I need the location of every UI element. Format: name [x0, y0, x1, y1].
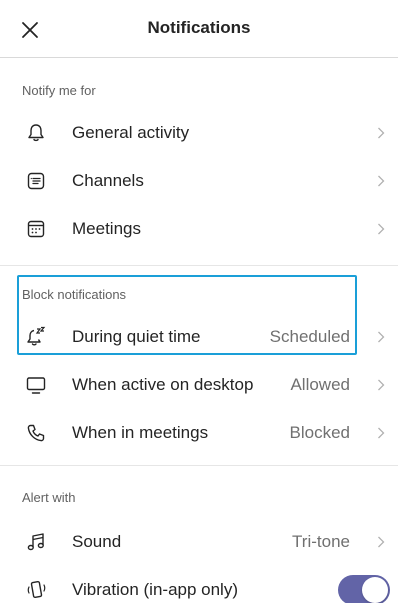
header-divider: [0, 57, 398, 58]
row-label: During quiet time: [72, 327, 201, 346]
chevron-right-icon: [374, 535, 388, 549]
row-label: Vibration (in-app only): [72, 580, 238, 599]
desktop-icon: [24, 373, 48, 397]
chevron-right-icon: [374, 222, 388, 236]
row-in-meetings[interactable]: When in meetings Blocked: [0, 409, 398, 457]
header: Notifications: [0, 0, 398, 58]
row-label: Sound: [72, 532, 122, 551]
row-label: When active on desktop: [72, 375, 254, 394]
section-divider: [0, 465, 398, 466]
row-active-desktop[interactable]: When active on desktop Allowed: [0, 361, 398, 409]
row-channels[interactable]: Channels: [0, 157, 398, 205]
vibration-toggle[interactable]: [338, 575, 390, 603]
section-label-block: Block notifications: [22, 287, 127, 302]
section-label-notify: Notify me for: [22, 83, 96, 98]
channels-icon: [24, 169, 48, 193]
page-title: Notifications: [147, 18, 251, 37]
chevron-right-icon: [374, 174, 388, 188]
phone-icon: [24, 421, 48, 445]
row-label: Channels: [72, 171, 144, 190]
calendar-icon: [24, 217, 48, 241]
chevron-right-icon: [374, 330, 388, 344]
toggle-knob: [362, 577, 388, 603]
row-label: When in meetings: [72, 423, 209, 442]
row-value: Scheduled: [269, 327, 350, 346]
chevron-right-icon: [374, 426, 388, 440]
row-label: Meetings: [72, 219, 141, 238]
row-value: Allowed: [290, 375, 350, 394]
section-divider: [0, 265, 398, 266]
vibration-icon: [24, 578, 48, 602]
music-note-icon: [24, 530, 48, 554]
row-value: Tri-tone: [292, 532, 350, 551]
bell-snooze-icon: [24, 325, 48, 349]
row-label: General activity: [72, 123, 190, 142]
row-quiet-time[interactable]: During quiet time Scheduled: [0, 313, 398, 361]
section-label-alert: Alert with: [22, 490, 76, 505]
row-value: Blocked: [289, 423, 350, 442]
chevron-right-icon: [374, 126, 388, 140]
bell-icon: [24, 121, 48, 145]
row-meetings[interactable]: Meetings: [0, 205, 398, 253]
chevron-right-icon: [374, 378, 388, 392]
row-sound[interactable]: Sound Tri-tone: [0, 518, 398, 566]
row-vibration: Vibration (in-app only): [0, 566, 398, 603]
row-general-activity[interactable]: General activity: [0, 109, 398, 157]
